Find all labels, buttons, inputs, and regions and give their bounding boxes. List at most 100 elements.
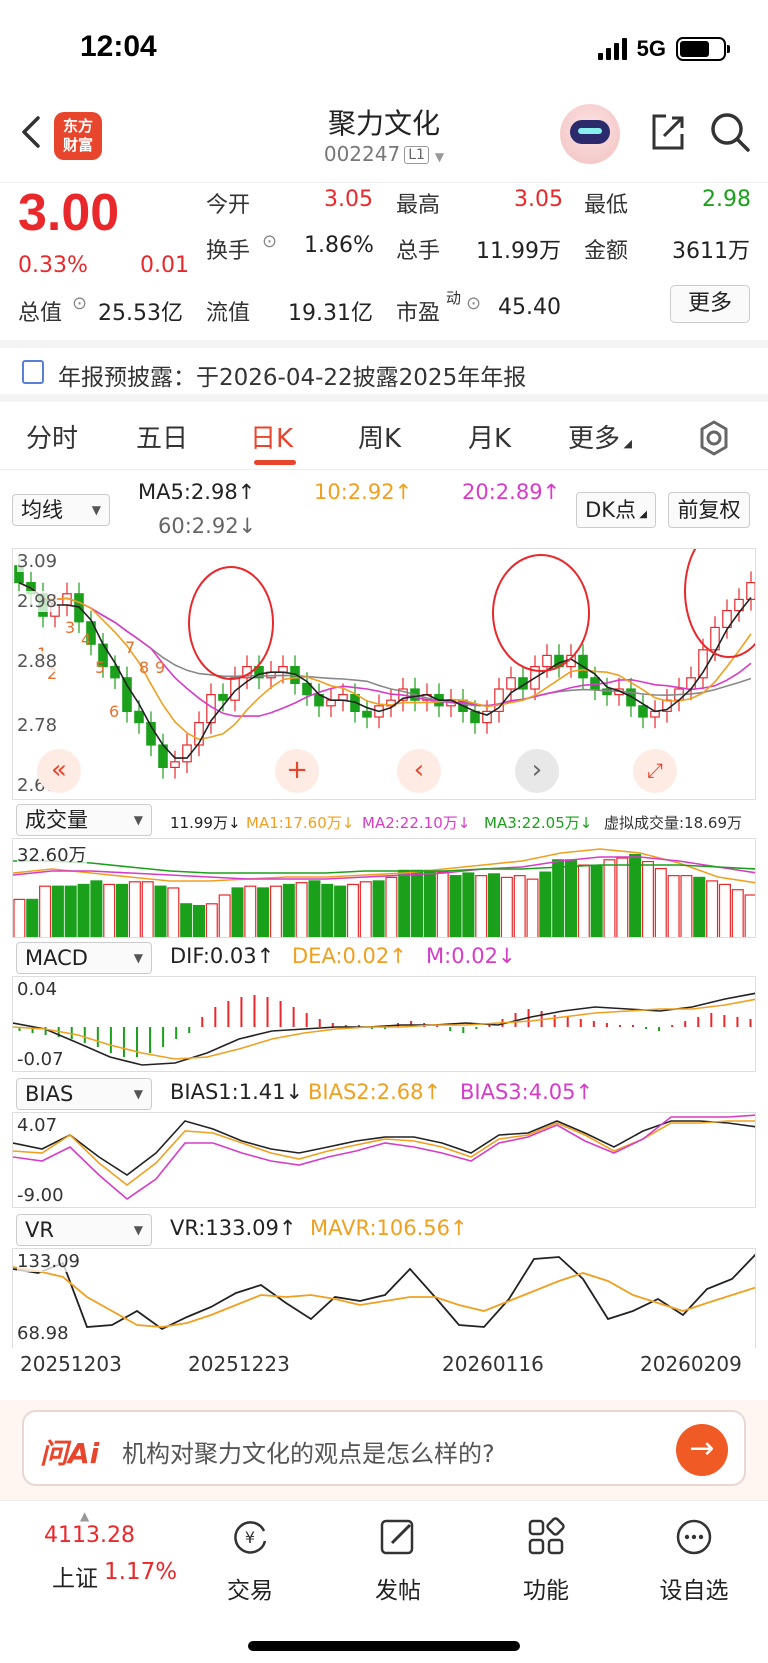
change-pct: 0.33% xyxy=(18,253,88,278)
bias-chart[interactable]: 4.07 -9.00 xyxy=(12,1112,756,1208)
volume-bar xyxy=(462,872,475,937)
y-label: 2.98 xyxy=(17,591,58,612)
pan-right-button[interactable]: › xyxy=(515,749,559,793)
ma-row: 均线 ▼ MA5:2.98↑ 10:2.92↑ 20:2.89↑ 60:2.92↓… xyxy=(0,472,768,544)
zoom-out-left-button[interactable]: « xyxy=(37,749,81,793)
dk-points-button[interactable]: DK点 ◢ xyxy=(576,492,656,528)
arrow-right-icon[interactable]: → xyxy=(676,1424,728,1476)
volume-bar xyxy=(231,887,244,937)
volume-bar xyxy=(590,864,603,937)
level-badge: L1 xyxy=(404,146,429,164)
pan-left-button[interactable]: ‹ xyxy=(397,749,441,793)
bias-selector[interactable]: BIAS ▼ xyxy=(16,1078,152,1110)
candle xyxy=(122,677,132,713)
macd-dif: DIF:0.03↑ xyxy=(170,944,275,968)
tab-weekly-k[interactable]: 周K xyxy=(358,418,401,455)
tab-daily-k[interactable]: 日K xyxy=(250,418,293,455)
forward-adjust-button[interactable]: 前复权 xyxy=(668,492,750,528)
date-label: 20260209 xyxy=(640,1352,742,1376)
volume-bar xyxy=(539,871,552,937)
vr-y-bottom: 68.98 xyxy=(17,1323,69,1344)
nav-watchlist[interactable]: 设自选 xyxy=(644,1515,744,1605)
pe-value: 45.40 xyxy=(498,295,561,320)
nav-watchlist-label: 设自选 xyxy=(659,1578,729,1604)
notice-banner[interactable]: 年报预披露：于2026-04-22披露2025年年报 xyxy=(0,340,768,402)
volume-bar xyxy=(90,880,103,937)
more-button[interactable]: 更多 xyxy=(670,285,750,323)
signal-marker: 3 xyxy=(65,618,75,637)
candle xyxy=(638,705,648,718)
vr-selector[interactable]: VR ▼ xyxy=(16,1214,152,1246)
nav-post-label: 发帖 xyxy=(375,1578,421,1604)
volume-bar xyxy=(321,883,334,937)
info-icon[interactable]: ⊙ xyxy=(262,231,277,252)
vr-chart[interactable]: 133.09 68.98 xyxy=(12,1248,756,1348)
nav-trade-label: 交易 xyxy=(227,1578,273,1604)
ma60-value: 60:2.92↓ xyxy=(158,514,257,538)
tab-more[interactable]: 更多 ◢ xyxy=(568,418,632,455)
float-label: 流值 xyxy=(206,301,251,326)
status-bar: 12:04 5G xyxy=(0,0,768,100)
virtual-volume: 虚拟成交量:18.69万 xyxy=(604,814,742,832)
signal-marker: 9 xyxy=(155,658,165,677)
date-axis: 20251203 20251223 20260116 20260209 xyxy=(0,1352,768,1382)
change-amount: 0.01 xyxy=(140,253,189,278)
dk-points-label: DK点 xyxy=(585,498,637,522)
info-icon[interactable]: ⊙ xyxy=(72,293,87,314)
volume-now: 11.99万↓ xyxy=(170,814,241,832)
info-icon[interactable]: ⊙ xyxy=(466,293,481,314)
ma-selector[interactable]: 均线 ▼ xyxy=(12,494,110,526)
tab-five-day[interactable]: 五日 xyxy=(136,418,188,455)
candle xyxy=(602,688,612,696)
nav-trade[interactable]: ¥ 交易 xyxy=(200,1515,300,1605)
share-icon[interactable] xyxy=(646,110,690,154)
tab-monthly-k[interactable]: 月K xyxy=(468,418,511,455)
volume-bar xyxy=(641,860,654,937)
volume-bar xyxy=(141,881,154,937)
search-icon[interactable] xyxy=(708,110,752,154)
volume-bar xyxy=(680,875,693,937)
fullscreen-icon[interactable]: ⤢ xyxy=(633,749,677,793)
caret-down-icon: ▼ xyxy=(434,150,445,164)
bottom-bar: ▲ 4113.28 上证 1.17% ¥ 交易 发帖 功能 设自选 xyxy=(0,1500,768,1663)
ma5-value: MA5:2.98↑ xyxy=(138,480,256,504)
volume-value: 11.99万 xyxy=(476,239,561,264)
amount-label: 金额 xyxy=(584,239,629,264)
volume-bar xyxy=(744,894,755,937)
volume-bar xyxy=(629,853,642,937)
caret-down-icon: ▼ xyxy=(133,1087,143,1101)
volume-bar xyxy=(398,869,411,937)
hand-drawn-circle xyxy=(492,554,590,672)
candle xyxy=(506,677,516,690)
ma20-value: 20:2.89↑ xyxy=(462,480,561,504)
zoom-in-button[interactable]: + xyxy=(275,749,319,793)
volume-bar xyxy=(449,875,462,937)
edit-icon xyxy=(380,1519,414,1555)
caret-up-icon: ▲ xyxy=(80,1509,90,1523)
ai-robot-avatar[interactable] xyxy=(560,104,620,164)
date-label: 20260116 xyxy=(442,1352,544,1376)
gear-icon[interactable] xyxy=(694,418,734,458)
bias3-line xyxy=(13,1114,755,1201)
macd-chart[interactable]: 0.04 -0.07 xyxy=(12,976,756,1072)
nav-functions[interactable]: 功能 xyxy=(496,1515,596,1605)
date-label: 20251223 xyxy=(188,1352,290,1376)
macd-selector[interactable]: MACD ▼ xyxy=(16,942,152,974)
volume-bar xyxy=(334,885,347,937)
volume-bar xyxy=(244,885,257,937)
float-value: 19.31亿 xyxy=(288,301,373,326)
tab-intraday[interactable]: 分时 xyxy=(26,418,78,455)
volume-chart[interactable]: 32.60万 xyxy=(12,838,756,938)
bias1: BIAS1:1.41↓ xyxy=(170,1080,304,1104)
kline-chart[interactable]: 123456789 3.09 2.98 2.88 2.78 2.68 « + ‹… xyxy=(12,548,756,800)
volume-selector[interactable]: 成交量 ▼ xyxy=(16,804,152,836)
volume-bar xyxy=(603,859,616,937)
ask-ai-input[interactable]: 问Ai 机构对聚力文化的观点是怎么样的? → xyxy=(22,1410,746,1486)
notice-text: 年报预披露：于2026-04-22披露2025年年报 xyxy=(58,365,527,391)
macd-y-top: 0.04 xyxy=(17,979,58,1000)
pe-label: 市盈 xyxy=(396,301,441,326)
nav-post[interactable]: 发帖 xyxy=(348,1515,448,1605)
candle xyxy=(134,710,144,724)
mavr-value: MAVR:106.56↑ xyxy=(310,1216,468,1240)
volume-bar xyxy=(513,875,526,937)
